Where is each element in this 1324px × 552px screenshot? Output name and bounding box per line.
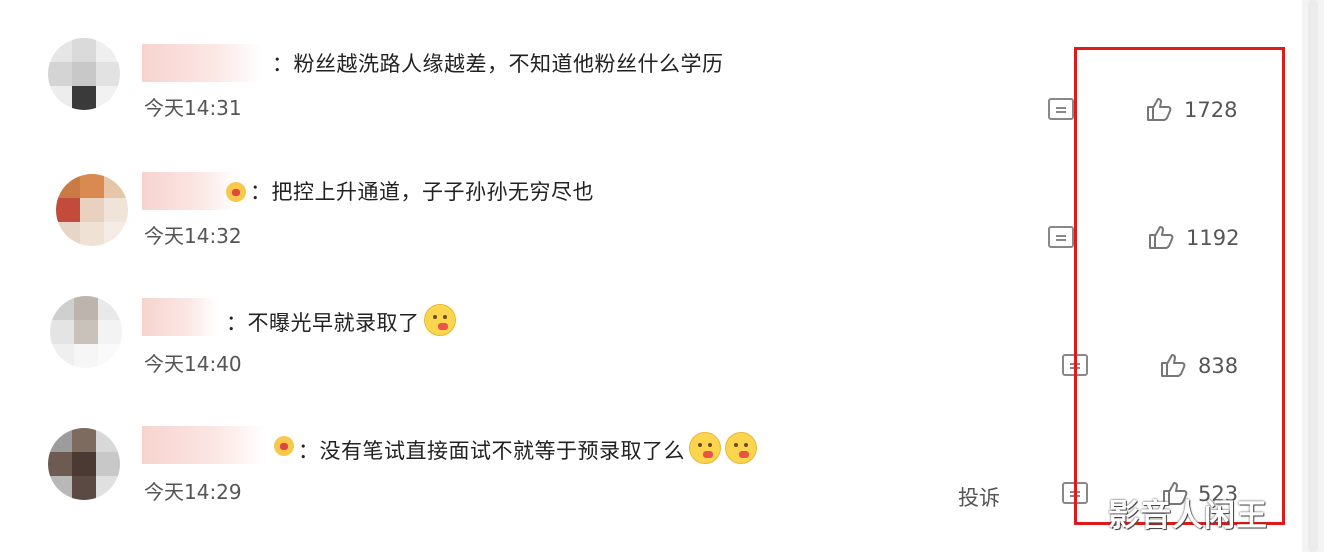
comment-text: ：不曝光早就录取了: [226, 304, 456, 337]
username-blurred[interactable]: [142, 172, 238, 210]
avatar[interactable]: [50, 296, 122, 368]
scrollbar[interactable]: [1302, 0, 1324, 552]
comment-time: 今天14:31: [144, 96, 242, 120]
comment-time: 今天14:29: [144, 480, 242, 504]
scrollbar-thumb[interactable]: [1308, 0, 1318, 552]
avatar[interactable]: [56, 174, 128, 246]
badge-icon: [274, 436, 294, 456]
emoji-icon: [689, 432, 721, 464]
avatar[interactable]: [48, 38, 120, 110]
emoji-icon: [423, 304, 456, 336]
comment-text-body: ：不曝光早就录取了: [226, 311, 420, 335]
username-blurred[interactable]: [142, 426, 266, 464]
comment-time: 今天14:40: [144, 352, 242, 376]
report-button[interactable]: 投诉: [958, 482, 1000, 512]
comment-text-body: ：没有笔试直接面试不就等于预录取了么: [298, 439, 685, 463]
reply-icon[interactable]: [1048, 226, 1074, 248]
username-blurred[interactable]: [142, 298, 218, 336]
watermark: 影音人闲王: [1108, 498, 1268, 534]
highlight-box: [1074, 47, 1285, 525]
comment-text: ：把控上升通道，子子孙孙无穷尽也: [250, 180, 594, 204]
reply-icon[interactable]: [1048, 98, 1074, 120]
badge-icon: [226, 182, 246, 202]
emoji-icon: [725, 432, 757, 464]
avatar[interactable]: [48, 428, 120, 500]
comment-time: 今天14:32: [144, 224, 242, 248]
comment-text: ：没有笔试直接面试不就等于预录取了么: [298, 432, 757, 465]
username-blurred[interactable]: [142, 44, 262, 82]
comment-text: ：粉丝越洗路人缘越差，不知道他粉丝什么学历: [272, 52, 724, 76]
